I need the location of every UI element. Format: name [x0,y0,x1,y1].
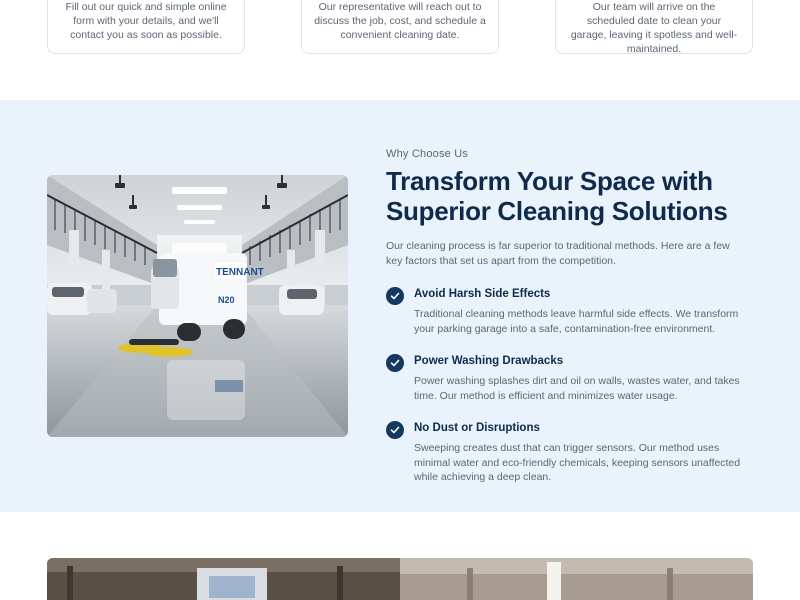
step-card-1: Fill out our quick and simple online for… [47,0,245,54]
feature-description: Power washing splashes dirt and oil on w… [414,375,740,402]
step-card-text: Our team will arrive on the scheduled da… [570,1,738,55]
garage-gallery-image [47,558,753,600]
garage-illustration: TENNANT N20 [47,175,348,437]
check-circle-icon [386,354,404,372]
feature-description: Traditional cleaning methods leave harmf… [414,308,739,335]
feature-title: Avoid Harsh Side Effects [414,288,551,300]
section-eyebrow: Why Choose Us [386,148,469,160]
machine-model-text: N20 [218,295,235,305]
feature-description: Sweeping creates dust that can trigger s… [414,442,741,483]
feature-title: Power Washing Drawbacks [414,355,564,367]
process-steps-section: Fill out our quick and simple online for… [0,0,800,100]
feature-item-power-washing-drawbacks: Power Washing Drawbacks Power washing sp… [386,354,756,403]
section-headline: Transform Your Space with Superior Clean… [386,166,756,226]
step-card-text: Fill out our quick and simple online for… [65,1,227,41]
why-choose-us-section: TENNANT N20 Why Choose Us Transform Your… [0,100,800,512]
check-circle-icon [386,287,404,305]
section-intro: Our cleaning process is far superior to … [386,240,730,267]
feature-title: No Dust or Disruptions [414,422,540,434]
step-card-2: Our representative will reach out to dis… [301,0,499,54]
garage-cleaning-machine-image: TENNANT N20 [47,175,348,437]
headline-line-1: Transform Your Space with [386,166,713,196]
feature-item-avoid-harsh-side-effects: Avoid Harsh Side Effects Traditional cle… [386,287,756,336]
step-card-text: Our representative will reach out to dis… [314,1,486,41]
gallery-section [0,512,800,600]
feature-item-no-dust-or-disruptions: No Dust or Disruptions Sweeping creates … [386,421,756,485]
machine-brand-text: TENNANT [216,267,264,278]
headline-line-2: Superior Cleaning Solutions [386,196,728,226]
step-card-3: Our team will arrive on the scheduled da… [555,0,753,55]
check-circle-icon [386,421,404,439]
why-choose-us-content: Why Choose Us Transform Your Space with … [386,148,756,485]
